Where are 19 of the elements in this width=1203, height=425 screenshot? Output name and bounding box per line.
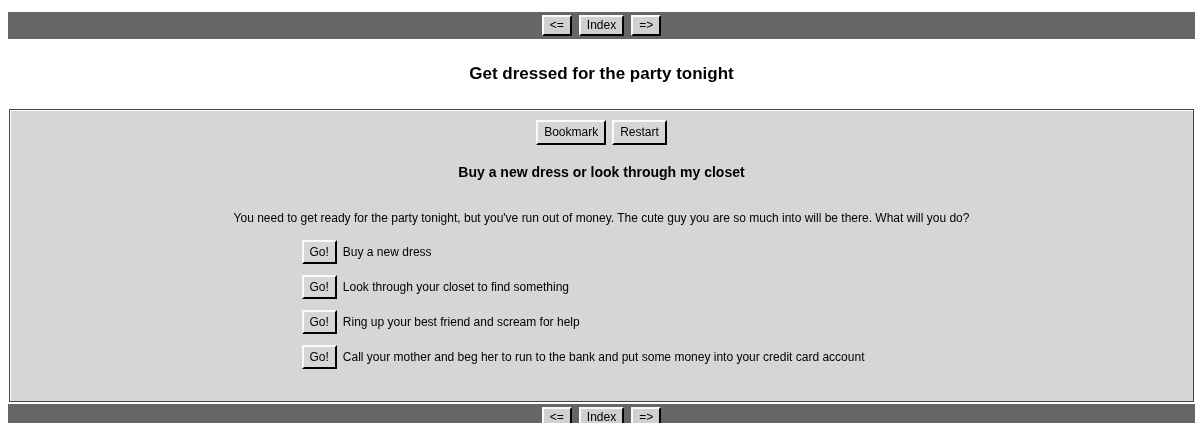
- index-button[interactable]: Index: [578, 15, 625, 36]
- section-heading: Buy a new dress or look through my closet: [457, 164, 746, 180]
- back-button[interactable]: <=: [541, 15, 572, 36]
- choice-label: Call your mother and beg her to run to the bank and put some money into your credit card account: [342, 350, 865, 364]
- bookmark-button[interactable]: Bookmark: [536, 120, 607, 145]
- go-button[interactable]: Go!: [301, 345, 337, 369]
- index-button[interactable]: Index: [578, 407, 625, 423]
- go-button[interactable]: Go!: [301, 240, 337, 264]
- go-button[interactable]: Go!: [301, 275, 337, 299]
- choice-label: Ring up your best friend and scream for help: [342, 315, 580, 329]
- choice-label: Look through your closet to find something: [342, 280, 569, 294]
- page-title: Get dressed for the party tonight: [469, 64, 734, 84]
- restart-button[interactable]: Restart: [612, 120, 667, 145]
- choice-label: Buy a new dress: [342, 245, 432, 259]
- back-button[interactable]: <=: [541, 407, 572, 423]
- forward-button[interactable]: =>: [631, 15, 662, 36]
- forward-button[interactable]: =>: [631, 407, 662, 423]
- story-text: You need to get ready for the party tonight, but you've run out of money. The cute guy you are so much into will be there. What will you do?: [232, 211, 971, 225]
- go-button[interactable]: Go!: [301, 310, 337, 334]
